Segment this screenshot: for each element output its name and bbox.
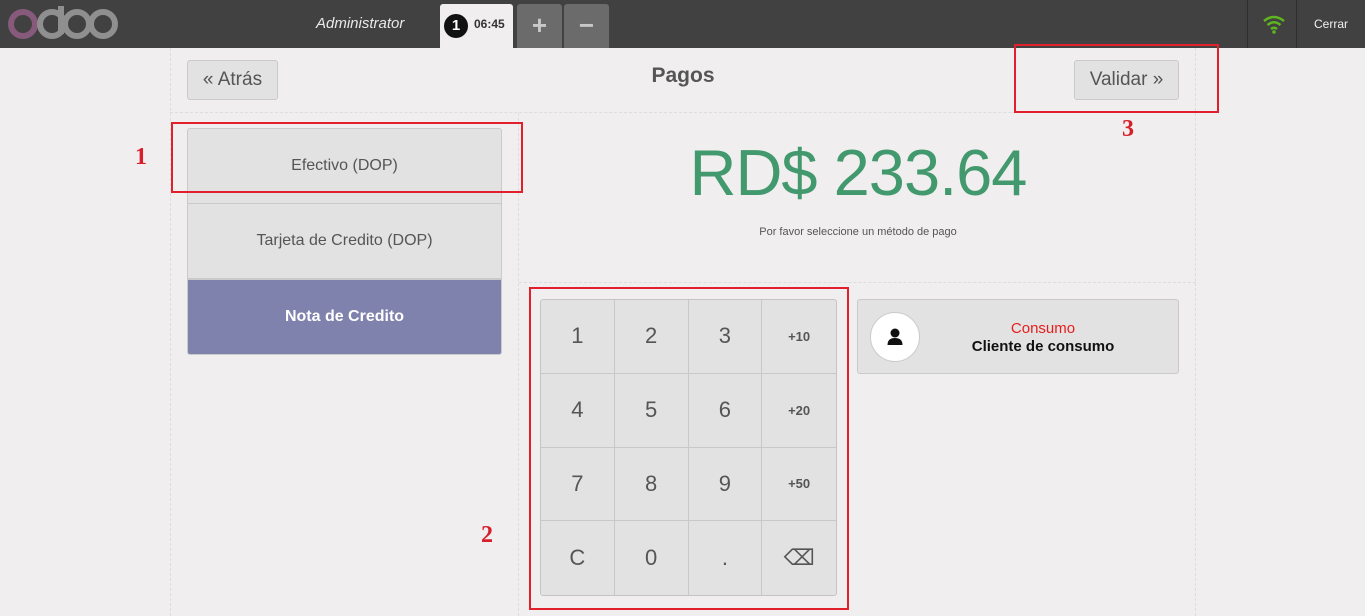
- page-title: Pagos: [651, 64, 715, 87]
- remove-order-button[interactable]: −: [564, 4, 609, 48]
- wifi-icon: [1263, 15, 1285, 34]
- customer-name-line1: Consumo: [1010, 320, 1076, 337]
- avatar: [870, 312, 920, 362]
- annotation-box-3: [1014, 44, 1219, 113]
- status-separator: [1296, 0, 1297, 48]
- payment-method-credit-card[interactable]: Tarjeta de Credito (DOP): [187, 203, 502, 279]
- order-tab[interactable]: 1 06:45: [440, 4, 513, 48]
- status-separator: [1247, 0, 1248, 48]
- order-time: 06:45: [474, 17, 505, 31]
- payment-divider: [519, 282, 1196, 283]
- payment-amount: RD$ 233.64: [689, 136, 1028, 209]
- order-number-badge: 1: [444, 14, 468, 38]
- annotation-number-1: 1: [135, 144, 147, 170]
- user-name: Administrator: [316, 15, 405, 32]
- customer-name-line2: Cliente de consumo: [971, 338, 1115, 355]
- user-icon: [887, 328, 903, 345]
- add-order-button[interactable]: +: [517, 4, 562, 48]
- customer-button[interactable]: Consumo Cliente de consumo: [857, 299, 1179, 374]
- annotation-box-1: [171, 122, 523, 193]
- annotation-number-2: 2: [481, 522, 493, 548]
- close-button[interactable]: Cerrar: [1314, 17, 1348, 31]
- payment-method-credit-note[interactable]: Nota de Credito: [187, 279, 502, 355]
- payment-hint: Por favor seleccione un método de pago: [759, 226, 957, 238]
- pos-topbar: Administrator 1 06:45 + − Cerrar: [0, 0, 1365, 48]
- annotation-number-3: 3: [1122, 116, 1134, 142]
- back-button[interactable]: « Atrás: [187, 60, 278, 100]
- odoo-logo: [8, 6, 118, 39]
- annotation-box-2: [529, 287, 849, 610]
